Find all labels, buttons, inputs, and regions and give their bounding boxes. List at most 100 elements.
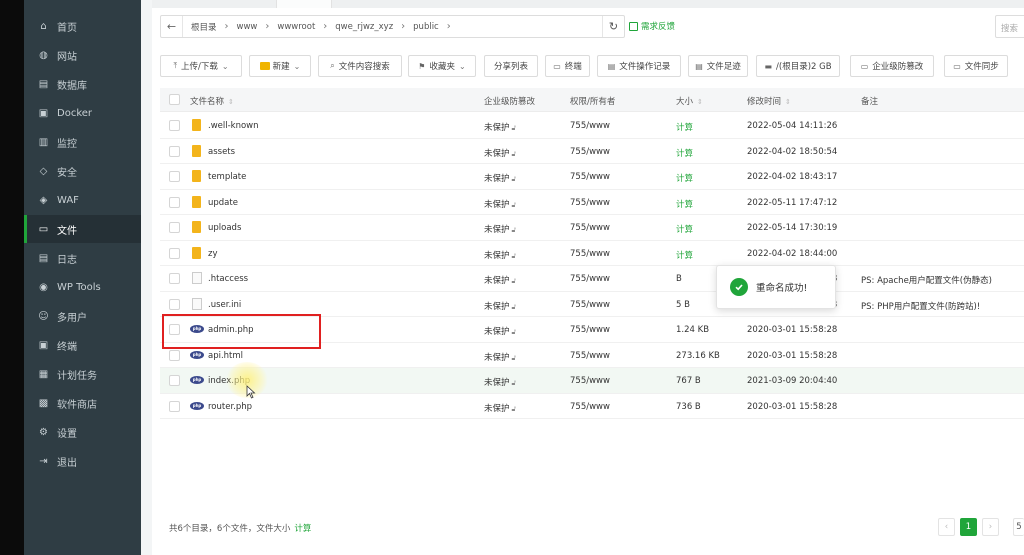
permission[interactable]: 755/www bbox=[570, 376, 610, 386]
permission[interactable]: 755/www bbox=[570, 198, 610, 208]
feedback-link[interactable]: 需求反馈 bbox=[629, 20, 675, 32]
footprint-button[interactable]: ▤ 文件足迹 bbox=[688, 55, 748, 77]
file-size[interactable]: 计算 bbox=[676, 172, 693, 184]
crumb-public[interactable]: public bbox=[413, 22, 439, 32]
table-row[interactable]: .well-known 未保护 🔓︎ 755/www 计算 2022-05-04 14:1… bbox=[160, 113, 1024, 139]
table-row[interactable]: update 未保护 🔓︎ 755/www 计算 2022-05-11 17:47:12 bbox=[160, 189, 1024, 215]
sidebar-item-3[interactable]: ▣ Docker bbox=[24, 99, 141, 127]
header-name[interactable]: 文件名称 ⇕ bbox=[190, 95, 234, 107]
refresh-icon[interactable]: ↻ bbox=[602, 16, 624, 37]
sidebar-item-8[interactable]: ▤ 日志 bbox=[24, 244, 141, 272]
sidebar-item-13[interactable]: ▩ 软件商店 bbox=[24, 389, 141, 417]
disk-button[interactable]: ▬/(根目录)2 GB bbox=[756, 55, 840, 77]
share-list-button[interactable]: 分享列表 bbox=[484, 55, 538, 77]
sidebar-item-4[interactable]: ▥ 监控 bbox=[24, 128, 141, 156]
sidebar-item-12[interactable]: ▦ 计划任务 bbox=[24, 360, 141, 388]
sidebar-item-7[interactable]: ▭ 文件 bbox=[24, 215, 141, 243]
file-size[interactable]: 计算 bbox=[676, 223, 693, 235]
protect-status[interactable]: 未保护 🔓︎ bbox=[484, 351, 516, 363]
prev-page-button[interactable]: ‹ bbox=[938, 518, 955, 536]
row-checkbox[interactable] bbox=[169, 273, 180, 284]
sidebar-item-1[interactable]: ◍ 网站 bbox=[24, 41, 141, 69]
file-name[interactable]: router.php bbox=[208, 402, 252, 412]
permission[interactable]: 755/www bbox=[570, 147, 610, 157]
protect-status[interactable]: 未保护 🔓︎ bbox=[484, 172, 516, 184]
sidebar-item-11[interactable]: ▣ 终端 bbox=[24, 331, 141, 359]
select-all-checkbox[interactable] bbox=[169, 94, 180, 105]
table-row[interactable]: assets 未保护 🔓︎ 755/www 计算 2022-04-02 18:50:54 bbox=[160, 138, 1024, 164]
sidebar-item-9[interactable]: ◉ WP Tools bbox=[24, 273, 141, 301]
table-row[interactable]: uploads 未保护 🔓︎ 755/www 计算 2022-05-14 17:30:19 bbox=[160, 215, 1024, 241]
back-icon[interactable]: ← bbox=[161, 16, 183, 37]
protection-button[interactable]: ▭ 企业级防篡改 bbox=[850, 55, 934, 77]
sidebar-item-5[interactable]: ◇ 安全 bbox=[24, 157, 141, 185]
table-row[interactable]: .htaccess未保护🔓︎755/wwwB2025-03-10 21:06:0… bbox=[160, 266, 1024, 292]
row-checkbox[interactable] bbox=[169, 247, 180, 259]
table-row[interactable]: php router.php 未保护 🔓︎ 755/www 736 B 2020-03-01… bbox=[160, 393, 1024, 419]
next-page-button[interactable]: › bbox=[982, 518, 999, 536]
row-checkbox[interactable] bbox=[169, 222, 180, 233]
file-name[interactable]: assets bbox=[208, 147, 235, 157]
new-button[interactable]: 新建 ⌄ bbox=[249, 55, 311, 77]
header-mtime[interactable]: 修改时间 ⇕ bbox=[747, 95, 791, 107]
protect-status[interactable]: 未保护 🔓︎ bbox=[484, 198, 516, 210]
row-checkbox[interactable] bbox=[169, 349, 180, 361]
row-checkbox[interactable] bbox=[169, 120, 180, 131]
page-1-button[interactable]: 1 bbox=[960, 518, 977, 536]
file-note[interactable]: PS: PHP用户配置文件(防跨站)! bbox=[861, 300, 980, 312]
permission[interactable]: 755/www bbox=[570, 121, 610, 131]
sidebar-item-6[interactable]: ◈ WAF bbox=[24, 186, 141, 214]
permission[interactable]: 755/www bbox=[570, 274, 610, 284]
permission[interactable]: 755/www bbox=[570, 249, 610, 259]
calc-total-link[interactable]: 计算 bbox=[294, 524, 311, 534]
file-name[interactable]: update bbox=[208, 198, 238, 208]
sidebar-item-15[interactable]: ⇥ 退出 bbox=[24, 447, 141, 475]
table-row[interactable]: zy 未保护 🔓︎ 755/www 计算 2022-04-02 18:44:00 bbox=[160, 240, 1024, 266]
header-size[interactable]: 大小 ⇕ bbox=[676, 95, 703, 107]
file-size[interactable]: 计算 bbox=[676, 147, 693, 159]
sidebar-item-2[interactable]: ▤ 数据库 bbox=[24, 70, 141, 98]
sync-button[interactable]: ▭ 文件同步 bbox=[944, 55, 1008, 77]
crumb-site[interactable]: qwe_rjwz_xyz bbox=[335, 22, 393, 32]
permission[interactable]: 755/www bbox=[570, 402, 610, 412]
sidebar-item-14[interactable]: ⚙ 设置 bbox=[24, 418, 141, 446]
protect-status[interactable]: 未保护 🔓︎ bbox=[484, 249, 516, 261]
tab-active[interactable] bbox=[276, 0, 332, 8]
permission[interactable]: 755/www bbox=[570, 300, 610, 310]
file-note[interactable]: PS: Apache用户配置文件(伪静态) bbox=[861, 274, 992, 286]
protect-status[interactable]: 未保护 🔓︎ bbox=[484, 223, 516, 235]
protect-status[interactable]: 未保护 🔓︎ bbox=[484, 147, 516, 159]
file-size[interactable]: 计算 bbox=[676, 249, 693, 261]
file-name[interactable]: .user.ini bbox=[208, 300, 241, 310]
protect-status[interactable]: 未保护 🔓︎ bbox=[484, 376, 516, 388]
path-bar[interactable]: ← 根目录 › www › wwwroot › qwe_rjwz_xyz › publi… bbox=[160, 15, 625, 38]
crumb-www[interactable]: www bbox=[237, 22, 258, 32]
row-checkbox[interactable] bbox=[169, 298, 180, 310]
sidebar-item-10[interactable]: ☺ 多用户 bbox=[24, 302, 141, 330]
protect-status[interactable]: 未保护 🔓︎ bbox=[484, 121, 516, 133]
favorites-button[interactable]: ⚑ 收藏夹 ⌄ bbox=[408, 55, 476, 77]
protect-status[interactable]: 未保护 🔓︎ bbox=[484, 300, 516, 312]
search-input[interactable]: 搜索 bbox=[995, 15, 1024, 38]
file-name[interactable]: .well-known bbox=[208, 121, 259, 131]
content-search-button[interactable]: ⌕ 文件内容搜索 bbox=[318, 55, 402, 77]
table-row[interactable]: template 未保护 🔓︎ 755/www 计算 2022-04-02 18:43:1… bbox=[160, 164, 1024, 190]
row-checkbox[interactable] bbox=[169, 375, 180, 386]
crumb-root[interactable]: 根目录 bbox=[191, 21, 217, 33]
row-checkbox[interactable] bbox=[169, 145, 180, 157]
file-name[interactable]: zy bbox=[208, 249, 218, 259]
row-checkbox[interactable] bbox=[169, 400, 180, 412]
permission[interactable]: 755/www bbox=[570, 223, 610, 233]
file-name[interactable]: api.html bbox=[208, 351, 243, 361]
row-checkbox[interactable] bbox=[169, 171, 180, 182]
op-log-button[interactable]: ▤ 文件操作记录 bbox=[597, 55, 681, 77]
protect-status[interactable]: 未保护 🔓︎ bbox=[484, 274, 516, 286]
sidebar-item-0[interactable]: ⌂ 首页 bbox=[24, 12, 141, 40]
terminal-button[interactable]: ▭ 终端 bbox=[545, 55, 590, 77]
file-size[interactable]: 计算 bbox=[676, 121, 693, 133]
protect-status[interactable]: 未保护 🔓︎ bbox=[484, 325, 516, 337]
protect-status[interactable]: 未保护 🔓︎ bbox=[484, 402, 516, 414]
upload-download-button[interactable]: ⤒ 上传/下载 ⌄ bbox=[160, 55, 242, 77]
file-size[interactable]: 计算 bbox=[676, 198, 693, 210]
file-name[interactable]: uploads bbox=[208, 223, 241, 233]
